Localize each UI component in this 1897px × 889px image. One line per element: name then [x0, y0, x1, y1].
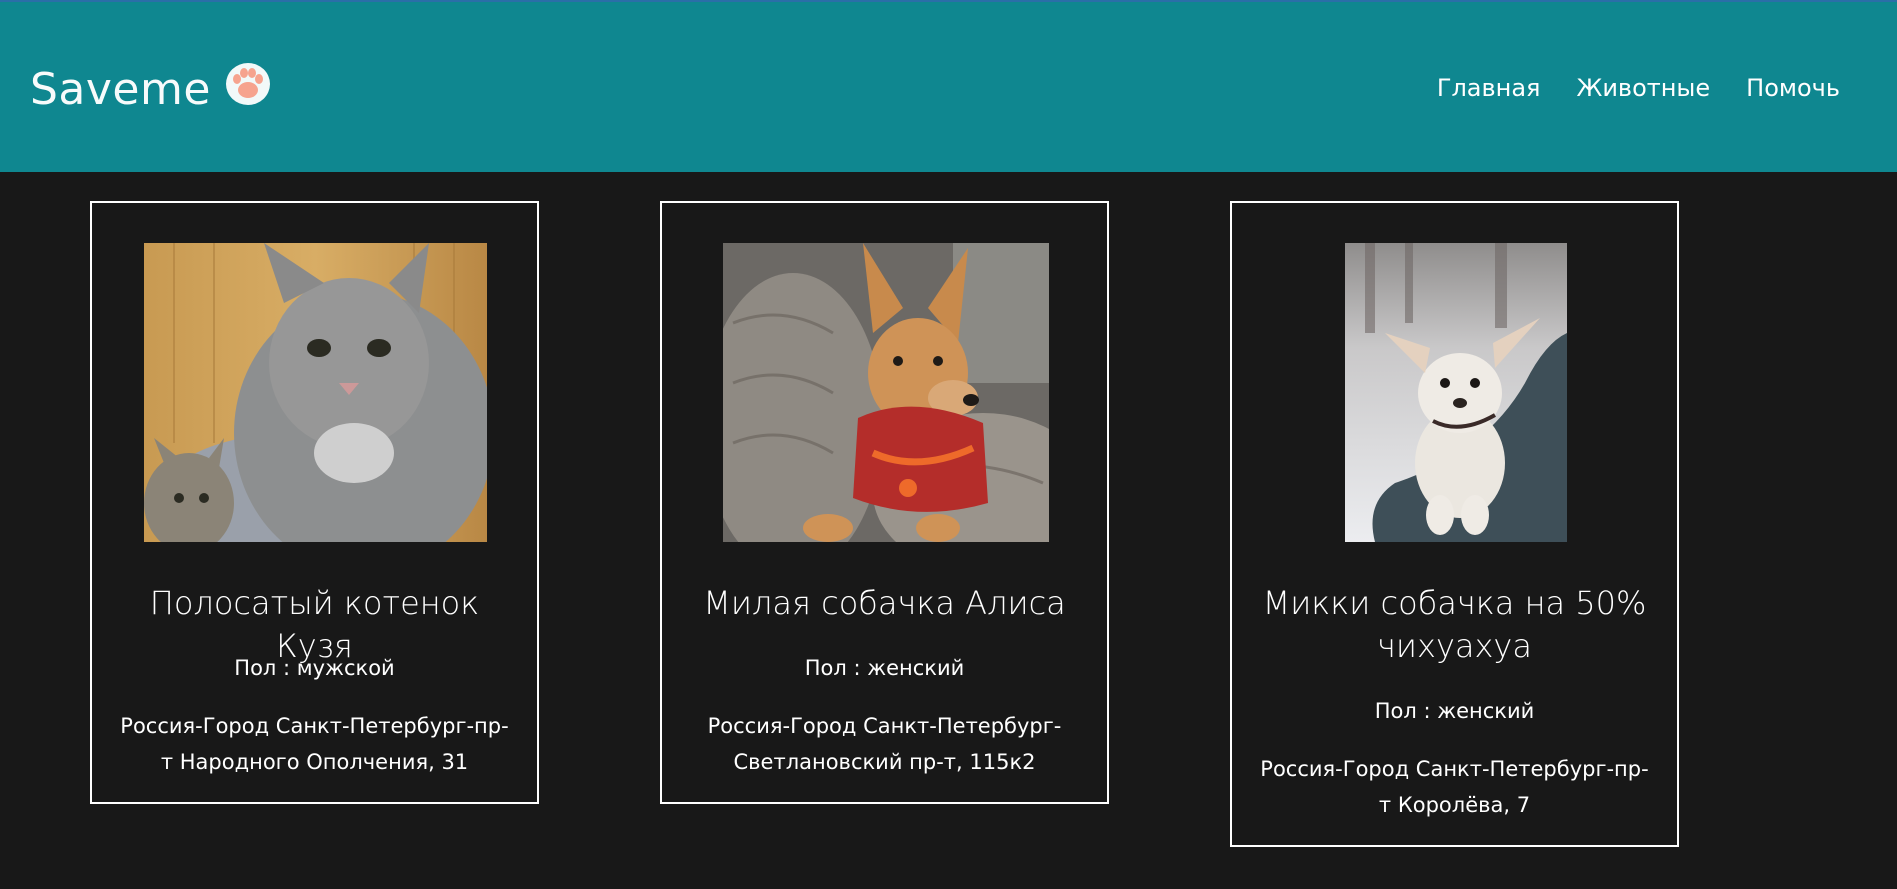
site-header: Saveme Главная Животные Помочь [0, 0, 1897, 172]
animal-name[interactable]: Милая собачка Алиса [682, 582, 1087, 625]
paw-icon [225, 61, 271, 107]
animal-photo [1345, 243, 1567, 542]
animal-address: Россия-Город Санкт-Петербург-пр-т Королё… [1260, 757, 1649, 817]
animal-name[interactable]: Микки собачка на 50% чихуахуа [1252, 582, 1657, 668]
site-logo[interactable]: Saveme [30, 61, 271, 115]
animal-sex: Пол : женский [804, 656, 965, 680]
nav-link-help[interactable]: Помочь [1746, 74, 1840, 102]
animal-sex: Пол : мужской [234, 656, 395, 680]
animal-photo [723, 243, 1049, 542]
animal-photo [144, 243, 487, 542]
logo-text: Saveme [30, 64, 211, 115]
main-nav: Главная Животные Помочь [1437, 74, 1840, 102]
animal-card[interactable]: Микки собачка на 50% чихуахуа Пол : женс… [1230, 201, 1679, 847]
animal-card[interactable]: Полосатый котенок Кузя Пол : мужской Рос… [90, 201, 539, 804]
nav-link-home[interactable]: Главная [1437, 74, 1541, 102]
nav-link-animals[interactable]: Животные [1576, 74, 1710, 102]
animal-sex: Пол : женский [1374, 699, 1535, 723]
animal-card[interactable]: Милая собачка Алиса Пол : женский Россия… [660, 201, 1109, 804]
animal-address: Россия-Город Санкт-Петербург-Светлановск… [707, 714, 1062, 774]
animal-address: Россия-Город Санкт-Петербург-пр-т Народн… [120, 714, 509, 774]
